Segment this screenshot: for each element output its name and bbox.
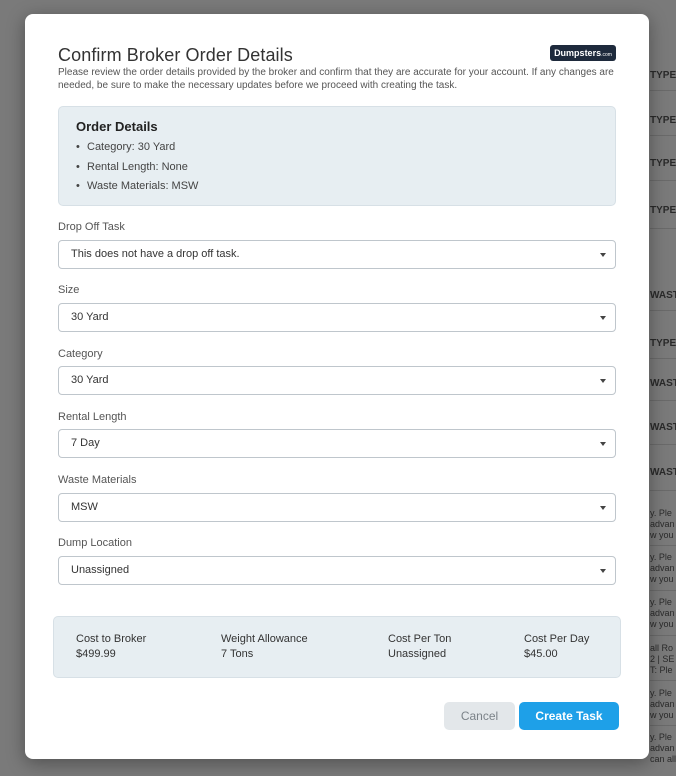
rental-length-select[interactable]: 7 Day [58, 429, 616, 458]
rental-length-value: 7 Day [71, 437, 100, 449]
cost-per-ton-label: Cost Per Ton [388, 633, 452, 645]
dump-location-value: Unassigned [71, 564, 130, 576]
background-row-text: w you [650, 710, 674, 720]
background-row-text: advan [650, 563, 675, 573]
waste-materials-label: Waste Materials [58, 474, 137, 486]
background-row-divider [650, 358, 676, 359]
background-row-divider [650, 545, 676, 546]
order-detail-waste-materials: Waste Materials: MSW [76, 180, 598, 193]
background-row-divider [650, 725, 676, 726]
cost-to-broker-label: Cost to Broker [76, 633, 147, 645]
background-row-text: WASTE [650, 378, 676, 389]
background-row-divider [650, 90, 676, 91]
dump-location-select[interactable]: Unassigned [58, 556, 616, 585]
modal-intro-text: Please review the order details provided… [58, 67, 614, 91]
order-detail-category: Category: 30 Yard [76, 141, 598, 154]
logo-text: Dumpsters [554, 48, 602, 58]
background-row-text: T: Ple [650, 665, 673, 675]
background-row-text: 2 | SE [650, 654, 675, 664]
background-row-text: y. Ple [650, 732, 672, 742]
background-row-divider [650, 635, 676, 636]
cost-per-day-value: $45.00 [524, 648, 558, 660]
cost-per-day: Cost Per Day $45.00 [524, 632, 589, 662]
confirm-broker-order-modal: Confirm Broker Order Details Dumpsters.c… [25, 14, 649, 759]
modal-title: Confirm Broker Order Details [58, 45, 293, 65]
background-row-text: w you [650, 574, 674, 584]
background-row-divider [650, 135, 676, 136]
dumpsters-logo: Dumpsters.com [550, 45, 616, 61]
background-row-text: WASTE [650, 467, 676, 478]
background-row-text: advan [650, 743, 675, 753]
background-row-text: advan [650, 519, 675, 529]
background-row-divider [650, 590, 676, 591]
background-row-text: y. Ple [650, 688, 672, 698]
background-row-text: w you [650, 530, 674, 540]
background-row-divider [650, 310, 676, 311]
waste-materials-select[interactable]: MSW [58, 493, 616, 522]
dump-location-label: Dump Location [58, 537, 132, 549]
chevron-down-icon [600, 253, 606, 257]
category-select[interactable]: 30 Yard [58, 366, 616, 395]
size-value: 30 Yard [71, 311, 109, 323]
background-table-strip: TYPE TYPE TYPE TYPE WASTE TYPE WASTE WASTE WASTE… [650, 0, 676, 776]
background-row-text: WASTE [650, 422, 676, 433]
cost-per-day-label: Cost Per Day [524, 633, 590, 645]
chevron-down-icon [600, 379, 606, 383]
chevron-down-icon [600, 316, 606, 320]
rental-length-label: Rental Length [58, 411, 127, 423]
create-task-button[interactable]: Create Task [519, 702, 619, 730]
weight-allowance-label: Weight Allowance [221, 633, 308, 645]
background-row-text: TYPE [650, 338, 676, 349]
background-row-divider [650, 444, 676, 445]
background-row-text: y. Ple [650, 508, 672, 518]
drop-off-task-label: Drop Off Task [58, 221, 125, 233]
drop-off-task-value: This does not have a drop off task. [71, 248, 240, 260]
waste-materials-value: MSW [71, 501, 98, 513]
cost-per-ton: Cost Per Ton Unassigned [388, 632, 451, 662]
background-row-divider [650, 680, 676, 681]
category-label: Category [58, 348, 103, 360]
cost-to-broker: Cost to Broker $499.99 [76, 632, 146, 662]
order-detail-rental-length: Rental Length: None [76, 161, 598, 174]
cost-summary-panel: Cost to Broker $499.99 Weight Allowance … [53, 616, 621, 678]
chevron-down-icon [600, 506, 606, 510]
category-value: 30 Yard [71, 374, 109, 386]
cancel-button[interactable]: Cancel [444, 702, 515, 730]
background-row-divider [650, 180, 676, 181]
background-row-text: y. Ple [650, 552, 672, 562]
order-details-heading: Order Details [76, 119, 158, 134]
background-row-text: TYPE [650, 115, 676, 126]
background-row-text: all Ro [650, 643, 674, 653]
background-row-text: WASTE [650, 290, 676, 301]
chevron-down-icon [600, 442, 606, 446]
weight-allowance: Weight Allowance 7 Tons [221, 632, 308, 662]
chevron-down-icon [600, 569, 606, 573]
order-details-panel: Order Details Category: 30 Yard Rental L… [58, 106, 616, 206]
cost-per-ton-value: Unassigned [388, 648, 447, 660]
drop-off-task-select[interactable]: This does not have a drop off task. [58, 240, 616, 269]
size-select[interactable]: 30 Yard [58, 303, 616, 332]
background-row-divider [650, 228, 676, 229]
logo-suffix: .com [601, 52, 612, 58]
size-label: Size [58, 284, 80, 296]
background-row-text: w you [650, 619, 674, 629]
background-row-text: TYPE [650, 158, 676, 169]
cost-to-broker-value: $499.99 [76, 648, 116, 660]
background-row-text: TYPE [650, 205, 676, 216]
background-row-text: TYPE [650, 70, 676, 81]
background-row-text: y. Ple [650, 597, 672, 607]
background-row-divider [650, 400, 676, 401]
order-details-list: Category: 30 Yard Rental Length: None Wa… [76, 141, 598, 193]
background-row-divider [650, 490, 676, 491]
weight-allowance-value: 7 Tons [221, 648, 254, 660]
background-row-text: advan [650, 699, 675, 709]
background-row-text: advan [650, 608, 675, 618]
background-row-text: can allow you [650, 754, 676, 764]
